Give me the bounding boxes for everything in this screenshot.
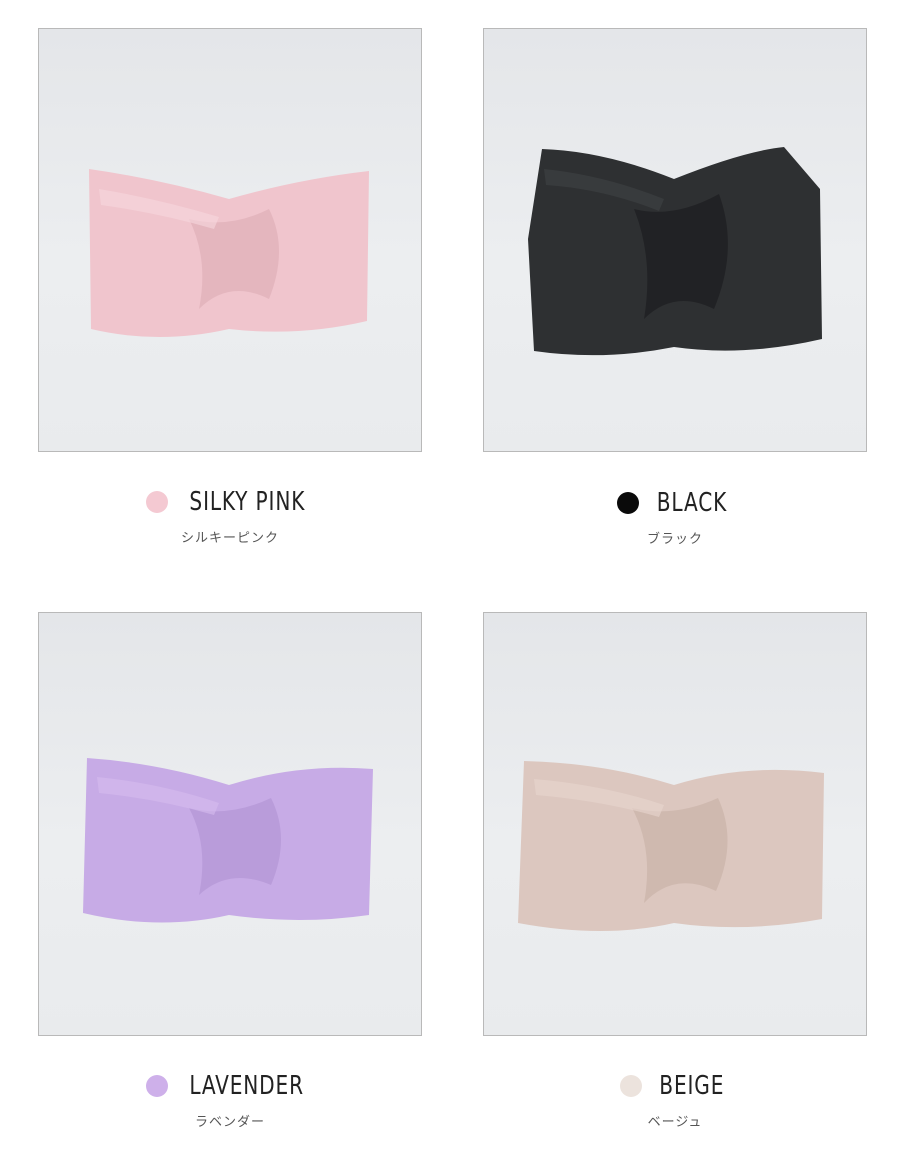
product-image-lavender [38,612,422,1036]
color-swatch [620,1075,643,1097]
product-caption-silky-pink: SILKY PINK シルキーピンク [20,485,440,546]
product-name: BLACK [656,488,728,518]
product-name: SILKY PINK [189,487,305,517]
product-name-kana: シルキーピンク [180,531,279,546]
product-name: BEIGE [659,1071,725,1101]
product-caption-lavender: LAVENDER ラベンダー [20,1069,440,1130]
color-swatch [145,491,168,513]
color-swatch [146,1075,169,1097]
headband-image [528,147,822,356]
product-image-silky-pink [38,28,422,452]
product-caption-black: BLACK ブラック [465,486,885,547]
headband-image [89,169,369,337]
color-swatch [617,492,640,514]
product-name-kana: ベージュ [647,1115,703,1130]
headband-image [83,758,373,923]
product-name: LAVENDER [189,1071,305,1101]
product-name-kana: ラベンダー [194,1115,265,1130]
product-name-kana: ブラック [646,532,703,547]
product-image-beige [483,612,867,1036]
product-image-black [483,28,867,452]
headband-image [518,761,824,931]
product-caption-beige: BEIGE ベージュ [465,1069,885,1130]
